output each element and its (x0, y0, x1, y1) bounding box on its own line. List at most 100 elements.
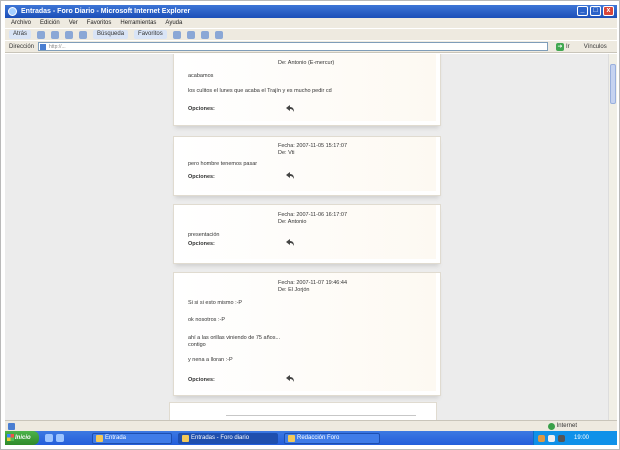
page-icon (40, 44, 47, 50)
taskbar-item[interactable]: Entrada (92, 432, 172, 444)
history-icon[interactable] (172, 30, 181, 39)
security-zone: Internet (547, 421, 577, 431)
forum-post: Fecha: 2007-11-05 15:17:07 De: Vti pero … (173, 136, 441, 196)
ie-icon (182, 434, 189, 442)
quick-launch (45, 434, 64, 442)
options-label[interactable]: Opciones: (188, 377, 215, 383)
taskbar-item-active[interactable]: Entradas - Foro diario (178, 432, 278, 444)
options-label[interactable]: Opciones: (188, 174, 215, 180)
desktop-quicklaunch-icon[interactable] (56, 434, 64, 442)
reply-input-line (226, 415, 416, 416)
address-input[interactable]: http://... (38, 42, 549, 51)
menu-bar: Archivo Edición Ver Favoritos Herramient… (5, 18, 617, 28)
search-button[interactable]: Búsqueda (93, 30, 129, 39)
window-title: Entradas - Foro Diario - Microsoft Inter… (21, 8, 191, 15)
post-meta: Fecha: 2007-11-07 19:46:44 De: El Jorjón (278, 280, 347, 294)
menu-ver[interactable]: Ver (69, 18, 78, 28)
post-body: pero hombre tenemos pasar (188, 161, 257, 168)
post-text-line: contigo (188, 342, 206, 348)
post-body: presentación (188, 232, 220, 239)
post-author: De: El Jorjón (278, 287, 310, 293)
back-button[interactable]: Atrás (9, 30, 32, 39)
browser-window: Entradas - Foro Diario - Microsoft Inter… (0, 0, 620, 450)
menu-favoritos[interactable]: Favoritos (87, 18, 112, 28)
print-icon[interactable] (200, 30, 209, 39)
menu-ayuda[interactable]: Ayuda (165, 18, 182, 28)
page-status-icon (8, 423, 15, 430)
task-label: Entradas - Foro diario (191, 435, 250, 441)
options-label[interactable]: Opciones: (188, 106, 215, 112)
start-button[interactable]: Inicio (5, 431, 39, 445)
reply-icon[interactable] (285, 238, 295, 247)
options-label[interactable]: Opciones: (188, 241, 215, 247)
internet-explorer-icon (8, 7, 17, 16)
post-text-line: y nena a lloran :-P (188, 357, 233, 363)
clock[interactable]: 19:00 (574, 435, 589, 441)
page-content: De: Antonio (E-mercur) acabamos los culi… (5, 54, 608, 420)
post-author: De: Antonio (278, 219, 307, 225)
post-text-line: pero hombre tenemos pasar (188, 161, 258, 167)
go-button[interactable]: ➜ Ir (556, 42, 570, 51)
reply-icon[interactable] (285, 171, 295, 180)
post-text-line: presentación (188, 232, 220, 238)
post-meta: Fecha: 2007-11-06 16:17:07 De: Antonio (278, 212, 347, 226)
close-button[interactable]: x (603, 6, 614, 16)
post-date: Fecha: 2007-11-06 16:17:07 (278, 212, 348, 218)
mail-icon[interactable] (186, 30, 195, 39)
post-text-line: Si si si esto mismo :-P (188, 300, 243, 306)
post-body: acabamos los culitos el lunes que acaba … (188, 73, 332, 95)
go-label: Ir (566, 43, 570, 50)
ie-icon (288, 434, 295, 442)
post-date: Fecha: 2007-11-07 19:46:44 (278, 280, 348, 286)
globe-icon (547, 422, 555, 430)
links-label[interactable]: Vínculos (584, 44, 607, 50)
home-icon[interactable] (79, 30, 88, 39)
reply-icon[interactable] (285, 104, 295, 113)
taskbar-item[interactable]: Redacción Foro (284, 432, 380, 444)
toolbar: Atrás Búsqueda Favoritos (5, 28, 617, 40)
forum-post: De: Antonio (E-mercur) acabamos los culi… (173, 54, 441, 126)
menu-archivo[interactable]: Archivo (11, 18, 31, 28)
folder-icon (96, 434, 103, 442)
task-label: Redacción Foro (297, 435, 340, 441)
post-author: De: Vti (278, 150, 295, 156)
menu-edicion[interactable]: Edición (40, 18, 60, 28)
forward-icon[interactable] (37, 30, 46, 39)
post-text-line: ahí a las orillas viniendo de 75 años... (188, 335, 281, 341)
reply-box[interactable] (169, 402, 437, 422)
start-label: Inicio (15, 435, 31, 441)
forum-post: Fecha: 2007-11-06 16:17:07 De: Antonio p… (173, 204, 441, 264)
favorites-button[interactable]: Favoritos (134, 30, 167, 39)
system-tray: 19:00 (533, 431, 617, 445)
post-date: Fecha: 2007-11-05 15:17:07 (278, 143, 348, 149)
edit-icon[interactable] (214, 30, 223, 39)
stop-icon[interactable] (51, 30, 60, 39)
vertical-scrollbar[interactable] (608, 54, 617, 420)
zone-label: Internet (556, 423, 577, 429)
window-controls: _ □ x (577, 6, 614, 16)
maximize-button[interactable]: □ (590, 6, 601, 16)
post-author: De: Antonio (E-mercur) (278, 60, 335, 66)
address-bar: Dirección http://... ➜ Ir Vínculos (5, 41, 617, 53)
forum-post: Fecha: 2007-11-07 19:46:44 De: El Jorjón… (173, 272, 441, 396)
title-bar: Entradas - Foro Diario - Microsoft Inter… (5, 5, 617, 18)
tray-icon[interactable] (558, 434, 565, 442)
tray-icon[interactable] (538, 434, 545, 442)
minimize-button[interactable]: _ (577, 6, 588, 16)
ie-quicklaunch-icon[interactable] (45, 434, 53, 442)
address-url: http://... (49, 44, 66, 50)
post-meta: Fecha: 2007-11-05 15:17:07 De: Vti (278, 143, 347, 157)
address-label: Dirección (9, 43, 35, 50)
post-text-line: los culitos el lunes que acaba el Trajín… (188, 88, 332, 94)
windows-flag-icon (7, 434, 14, 441)
taskbar: Inicio Entrada Entradas - Foro diario Re… (5, 431, 617, 445)
scrollbar-thumb[interactable] (610, 64, 616, 104)
menu-herramientas[interactable]: Herramientas (120, 18, 156, 28)
task-label: Entrada (105, 435, 127, 441)
post-body: Si si si esto mismo :-P ok nosotros :-P … (188, 300, 280, 364)
status-bar: Internet (5, 420, 617, 431)
tray-icon[interactable] (548, 434, 555, 442)
post-text-line: acabamos (188, 73, 214, 79)
reply-icon[interactable] (285, 374, 295, 383)
refresh-icon[interactable] (65, 30, 74, 39)
